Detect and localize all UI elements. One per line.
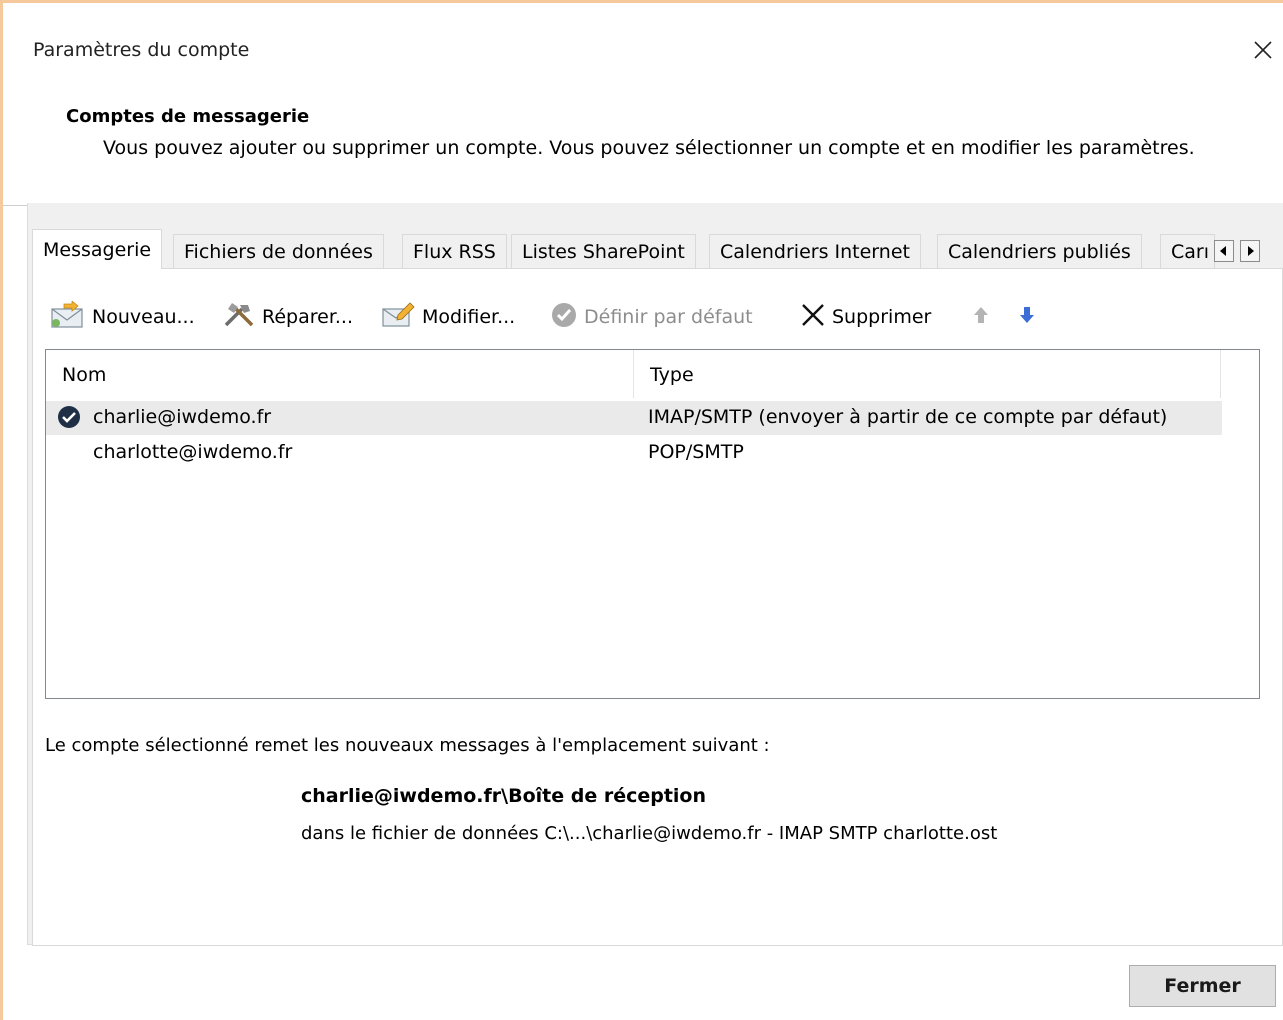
section-description: Vous pouvez ajouter ou supprimer un comp… [103, 137, 1195, 159]
tab-listes-sharepoint[interactable]: Listes SharePoint [511, 234, 696, 269]
delete-label: Supprimer [832, 306, 932, 328]
new-mail-icon [50, 299, 86, 334]
delete-x-icon [800, 302, 826, 333]
repair-button[interactable]: Réparer... [222, 301, 353, 333]
set-default-button[interactable]: Définir par défaut [550, 301, 753, 333]
delivery-data-file: dans le fichier de données C:\...\charli… [301, 823, 998, 844]
account-row[interactable]: charlie@iwdemo.fr IMAP/SMTP (envoyer à p… [46, 401, 1222, 435]
close-button[interactable]: Fermer [1129, 965, 1276, 1007]
modify-button[interactable]: Modifier... [380, 301, 515, 333]
set-default-label: Définir par défaut [584, 306, 753, 328]
section-heading: Comptes de messagerie [66, 106, 310, 127]
move-up-button[interactable] [972, 301, 990, 333]
tab-calendriers-publies[interactable]: Calendriers publiés [937, 234, 1142, 269]
column-separator-end [1220, 350, 1221, 398]
account-row[interactable]: charlotte@iwdemo.fr POP/SMTP [46, 436, 1222, 470]
new-account-button[interactable]: Nouveau... [50, 299, 195, 334]
modify-label: Modifier... [422, 306, 516, 328]
account-type: POP/SMTP [648, 441, 744, 463]
modify-icon [380, 301, 416, 334]
account-name: charlie@iwdemo.fr [93, 406, 272, 428]
new-account-label: Nouveau... [92, 306, 195, 328]
default-account-check-icon [57, 405, 81, 434]
tab-carnets-truncated[interactable]: Carı [1160, 234, 1215, 269]
tab-scroll-right-icon[interactable] [1240, 240, 1260, 262]
accounts-list[interactable]: Nom Type charlie@iwdemo.fr IMAP/SMTP (en… [45, 349, 1260, 699]
close-icon[interactable] [1246, 33, 1280, 67]
move-up-arrow-icon [972, 305, 990, 330]
repair-label: Réparer... [262, 306, 354, 328]
tab-calendriers-internet[interactable]: Calendriers Internet [709, 234, 921, 269]
repair-tools-icon [222, 301, 256, 334]
account-name: charlotte@iwdemo.fr [93, 441, 293, 463]
tab-messagerie[interactable]: Messagerie [32, 229, 163, 269]
delivery-intro-text: Le compte sélectionné remet les nouveaux… [45, 735, 770, 756]
delete-button[interactable]: Supprimer [800, 301, 931, 333]
account-type: IMAP/SMTP (envoyer à partir de ce compte… [648, 406, 1168, 428]
column-header-type[interactable]: Type [634, 350, 1220, 398]
move-down-button[interactable] [1018, 301, 1036, 333]
dialog-title: Paramètres du compte [33, 39, 250, 61]
tab-flux-rss[interactable]: Flux RSS [402, 234, 507, 269]
move-down-arrow-icon [1018, 305, 1036, 330]
default-check-icon [550, 301, 578, 334]
column-header-nom[interactable]: Nom [46, 350, 633, 398]
tab-fichiers-de-donnees[interactable]: Fichiers de données [173, 234, 384, 269]
tab-scroll-left-icon[interactable] [1214, 240, 1234, 262]
delivery-location: charlie@iwdemo.fr\Boîte de réception [301, 785, 707, 807]
